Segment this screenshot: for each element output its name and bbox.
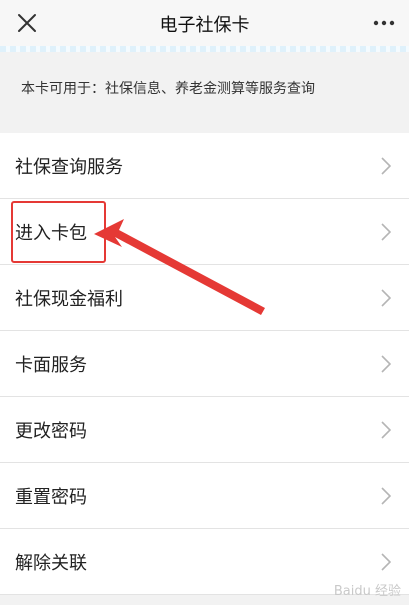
watermark: Baidu 经验 (333, 584, 401, 599)
annotation-arrow-icon (94, 219, 265, 315)
